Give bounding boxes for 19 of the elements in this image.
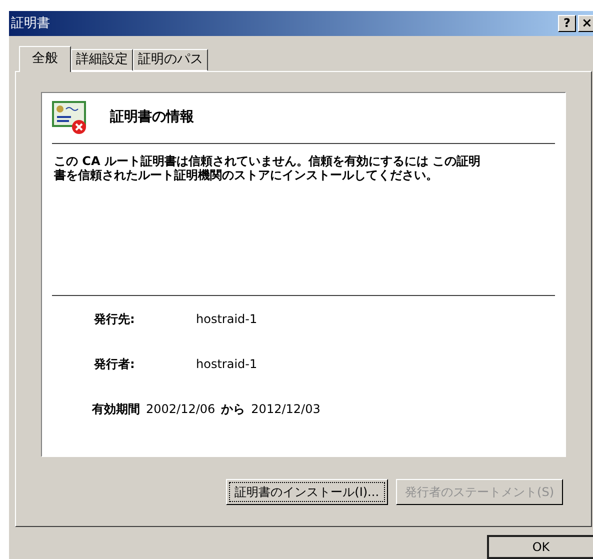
field-label: 発行者: [94,356,136,373]
field-value: hostraid-1 [196,356,258,373]
window-title: 証明書 [11,14,50,33]
ok-button[interactable]: OK [487,535,593,559]
certificate-error-icon [52,100,88,135]
field-label: 発行先: [94,310,136,328]
info-heading: 証明書の情報 [110,108,194,128]
tab[interactable]: 全般 [19,46,71,72]
validity-label: 有効期間 [92,400,140,418]
date-separator: から [221,400,246,418]
tab[interactable]: 詳細設定 [71,48,133,71]
install-certificate-button[interactable]: 証明書のインストール(I)... [226,478,388,505]
tab[interactable]: 証明のパス [133,48,208,71]
date: 2012/12/03 [251,400,320,418]
field-value: hostraid-1 [196,310,258,328]
date: 2002/12/06 [146,400,216,418]
close-button[interactable]: × [578,14,593,32]
trust-message: この CA ルート証明書は信頼されていません。信頼を有効にするには この証明書を信頼されたルート証明機関のストアにインストールしてください。 [53,154,482,182]
help-button[interactable]: ? [558,14,576,32]
